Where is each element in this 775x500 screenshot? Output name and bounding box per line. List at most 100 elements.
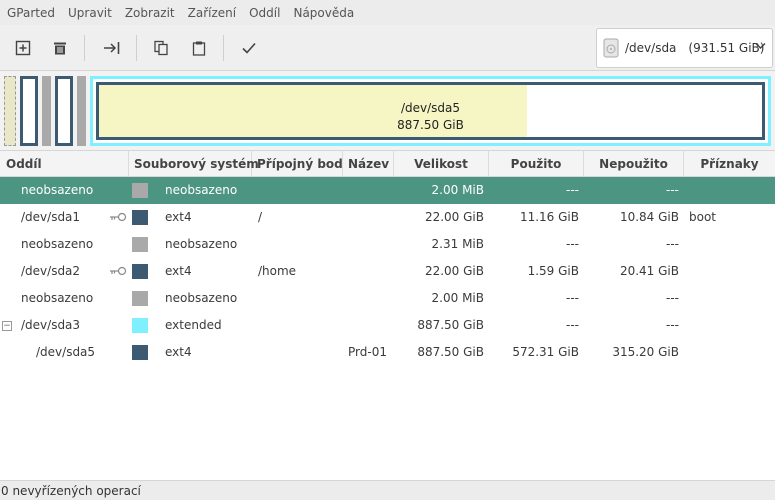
toolbar-separator <box>84 35 85 61</box>
fs-color-swatch <box>132 210 148 225</box>
column-flags[interactable]: Příznaky <box>684 151 775 177</box>
table-row[interactable]: neobsazeno neobsazeno 2.31 MiB --- --- <box>0 231 775 258</box>
map-sda5-size: 887.50 GiB <box>397 118 464 132</box>
used-cell: 572.31 GiB <box>512 345 579 359</box>
device-name: /dev/sda <box>625 41 677 55</box>
filesystem-cell: neobsazeno <box>165 183 238 197</box>
paste-icon <box>192 41 206 56</box>
fs-color-swatch <box>132 291 148 306</box>
table-header: Oddíl Souborový systém Přípojný bod Náze… <box>0 151 775 177</box>
unused-cell: 20.41 GiB <box>619 264 679 278</box>
fs-color-swatch <box>132 183 148 198</box>
menu-device[interactable]: Zařízení <box>188 6 236 20</box>
map-sda2[interactable] <box>55 76 73 146</box>
table-row[interactable]: /dev/sda2 ext4 /home 22.00 GiB 1.59 GiB … <box>0 258 775 285</box>
filesystem-cell: extended <box>165 318 222 332</box>
table-row[interactable]: /dev/sda1 ext4 / 22.00 GiB 11.16 GiB 10.… <box>0 204 775 231</box>
map-sda1[interactable] <box>20 76 38 146</box>
unused-cell: --- <box>666 318 679 332</box>
fs-color-swatch <box>132 345 148 360</box>
unused-cell: 315.20 GiB <box>612 345 679 359</box>
apply-icon <box>242 42 256 54</box>
resize-move-icon <box>104 42 120 54</box>
delete-icon <box>54 42 66 55</box>
size-cell: 2.31 MiB <box>431 237 484 251</box>
size-cell: 887.50 GiB <box>417 345 484 359</box>
map-sda3-extended[interactable]: /dev/sda5 887.50 GiB <box>90 76 771 146</box>
partition-cell: neobsazeno <box>21 237 94 251</box>
menu-edit[interactable]: Upravit <box>68 6 112 20</box>
key-icon <box>110 212 127 222</box>
menu-bar: GParted Upravit Zobrazit Zařízení Oddíl … <box>0 0 775 25</box>
map-unallocated-2[interactable] <box>42 76 51 146</box>
unused-cell: --- <box>666 291 679 305</box>
partition-cell: neobsazeno <box>21 183 94 197</box>
new-partition-button[interactable] <box>12 37 34 59</box>
name-cell: Prd-01 <box>348 345 387 359</box>
column-filesystem[interactable]: Souborový systém <box>129 151 259 177</box>
map-sda5[interactable]: /dev/sda5 887.50 GiB <box>96 82 765 140</box>
paste-button[interactable] <box>188 37 210 59</box>
table-row[interactable]: − /dev/sda3 extended 887.50 GiB --- --- <box>0 312 775 339</box>
filesystem-cell: ext4 <box>165 210 192 224</box>
copy-icon <box>154 40 168 56</box>
filesystem-cell: ext4 <box>165 345 192 359</box>
used-cell: 1.59 GiB <box>527 264 579 278</box>
mountpoint-cell: /home <box>258 264 297 278</box>
size-cell: 22.00 GiB <box>424 264 484 278</box>
column-size[interactable]: Velikost <box>394 151 489 177</box>
delete-button[interactable] <box>49 37 71 59</box>
partition-map: /dev/sda5 887.50 GiB <box>0 71 775 151</box>
unused-cell: --- <box>666 183 679 197</box>
new-partition-icon <box>15 40 31 56</box>
partition-cell: /dev/sda5 <box>36 345 96 359</box>
collapse-icon[interactable]: − <box>2 321 12 331</box>
copy-button[interactable] <box>150 37 172 59</box>
menu-view[interactable]: Zobrazit <box>125 6 175 20</box>
menu-gparted[interactable]: GParted <box>7 6 55 20</box>
map-unallocated-1[interactable] <box>4 76 16 146</box>
toolbar-separator <box>223 35 224 61</box>
used-cell: --- <box>566 183 579 197</box>
fs-color-swatch <box>132 237 148 252</box>
column-used[interactable]: Použito <box>489 151 584 177</box>
filesystem-cell: ext4 <box>165 264 192 278</box>
menu-help[interactable]: Nápověda <box>293 6 354 20</box>
disk-icon <box>603 38 619 58</box>
partition-cell: /dev/sda2 <box>21 264 81 278</box>
map-unallocated-3[interactable] <box>77 76 86 146</box>
map-sda5-label: /dev/sda5 <box>400 101 461 115</box>
used-cell: --- <box>566 291 579 305</box>
column-name[interactable]: Název <box>343 151 394 177</box>
key-icon <box>110 266 127 276</box>
device-selector[interactable]: /dev/sda (931.51 GiB) <box>596 28 773 68</box>
mountpoint-cell: / <box>258 210 263 224</box>
table-row[interactable]: neobsazeno neobsazeno 2.00 MiB --- --- <box>0 285 775 312</box>
filesystem-cell: neobsazeno <box>165 237 238 251</box>
column-partition[interactable]: Oddíl <box>0 151 129 177</box>
table-row[interactable]: neobsazeno neobsazeno 2.00 MiB --- --- <box>0 177 775 204</box>
toolbar-separator <box>136 35 137 61</box>
chevron-down-icon <box>755 42 766 50</box>
unused-cell: --- <box>666 237 679 251</box>
partition-cell: /dev/sda1 <box>21 210 81 224</box>
size-cell: 2.00 MiB <box>431 183 484 197</box>
flags-cell: boot <box>689 210 717 224</box>
apply-button[interactable] <box>238 37 260 59</box>
partition-cell: /dev/sda3 <box>21 318 81 332</box>
column-mountpoint[interactable]: Přípojný bod <box>252 151 343 177</box>
resize-move-button[interactable] <box>101 37 123 59</box>
table-row[interactable]: /dev/sda5 ext4 Prd-01 887.50 GiB 572.31 … <box>0 339 775 366</box>
device-size: (931.51 GiB) <box>688 41 765 55</box>
filesystem-cell: neobsazeno <box>165 291 238 305</box>
used-cell: 11.16 GiB <box>519 210 579 224</box>
used-cell: --- <box>566 237 579 251</box>
size-cell: 887.50 GiB <box>417 318 484 332</box>
partition-cell: neobsazeno <box>21 291 94 305</box>
column-unused[interactable]: Nepoužito <box>584 151 684 177</box>
unused-cell: 10.84 GiB <box>619 210 679 224</box>
menu-partition[interactable]: Oddíl <box>249 6 280 20</box>
size-cell: 2.00 MiB <box>431 291 484 305</box>
used-cell: --- <box>566 318 579 332</box>
fs-color-swatch <box>132 318 148 333</box>
